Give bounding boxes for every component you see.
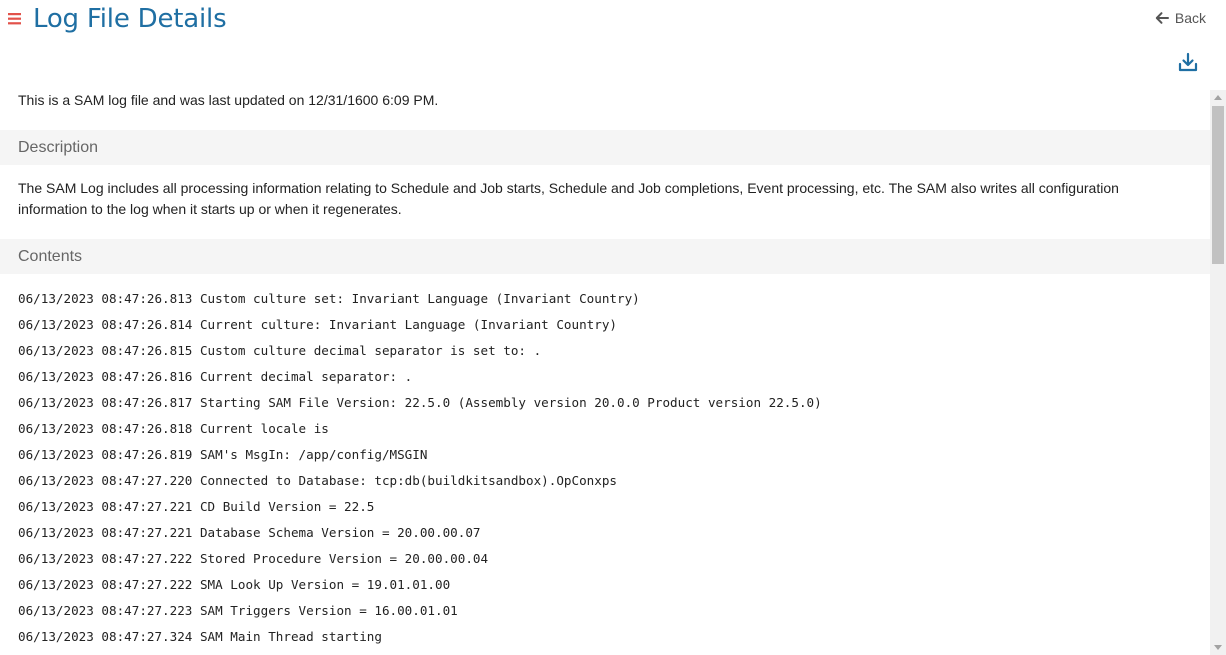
- description-heading: Description: [0, 130, 1210, 165]
- description-text: The SAM Log includes all processing info…: [18, 180, 1119, 217]
- log-details-content: This is a SAM log file and was last upda…: [0, 90, 1210, 655]
- log-line: 06/13/2023 08:47:26.818 Current locale i…: [18, 421, 329, 436]
- scroll-down-arrow-icon[interactable]: [1214, 645, 1222, 650]
- back-button-label: Back: [1174, 10, 1206, 26]
- log-line: 06/13/2023 08:47:27.222 SMA Look Up Vers…: [18, 577, 451, 592]
- page-title: Log File Details: [33, 4, 227, 34]
- log-line: 06/13/2023 08:47:27.223 SAM Triggers Ver…: [18, 603, 458, 618]
- scroll-up-arrow-icon[interactable]: [1214, 95, 1222, 100]
- log-contents-list: 06/13/2023 08:47:26.813 Custom culture s…: [18, 286, 822, 650]
- vertical-scrollbar[interactable]: [1210, 90, 1226, 655]
- contents-heading: Contents: [0, 239, 1210, 274]
- log-line: 06/13/2023 08:47:26.816 Current decimal …: [18, 369, 413, 384]
- arrow-left-icon: [1155, 12, 1169, 24]
- log-line: 06/13/2023 08:47:26.813 Custom culture s…: [18, 291, 640, 306]
- download-icon[interactable]: [1178, 52, 1198, 72]
- log-line: 06/13/2023 08:47:27.222 Stored Procedure…: [18, 551, 489, 566]
- log-line: 06/13/2023 08:47:27.221 Database Schema …: [18, 525, 481, 540]
- log-line: 06/13/2023 08:47:27.324 SAM Main Thread …: [18, 629, 382, 644]
- page-header: Log File Details Back: [0, 0, 1226, 72]
- scrollbar-thumb[interactable]: [1212, 106, 1224, 264]
- log-line: 06/13/2023 08:47:26.815 Custom culture d…: [18, 343, 542, 358]
- hamburger-menu-icon[interactable]: [8, 12, 22, 26]
- log-line: 06/13/2023 08:47:26.817 Starting SAM Fil…: [18, 395, 822, 410]
- log-line: 06/13/2023 08:47:26.819 SAM's MsgIn: /ap…: [18, 447, 428, 462]
- log-line: 06/13/2023 08:47:27.221 CD Build Version…: [18, 499, 375, 514]
- log-line: 06/13/2023 08:47:27.220 Connected to Dat…: [18, 473, 617, 488]
- back-button[interactable]: Back: [1155, 10, 1206, 26]
- log-summary: This is a SAM log file and was last upda…: [18, 92, 439, 108]
- log-line: 06/13/2023 08:47:26.814 Current culture:…: [18, 317, 617, 332]
